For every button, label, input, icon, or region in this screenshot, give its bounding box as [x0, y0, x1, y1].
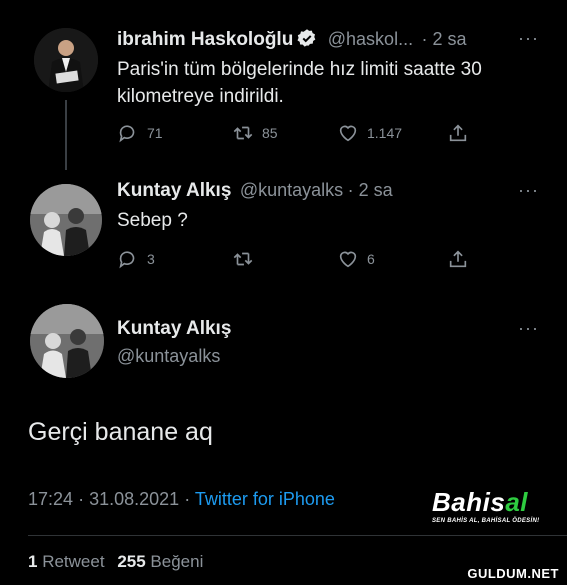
brand-name-main: Bahis [432, 487, 506, 517]
tweet3-author-name[interactable]: Kuntay Alkış [117, 318, 231, 340]
tweet1-header: ibrahim Haskoloğlu @haskol... · 2 sa [117, 28, 467, 51]
tweet1-retweet-count: 85 [262, 125, 278, 141]
watermark: GULDUM.NET [467, 566, 559, 581]
thread-line [65, 100, 67, 170]
tweet1-retweet-button[interactable]: 85 [232, 122, 278, 144]
heart-icon [339, 125, 357, 142]
tweet1-handle[interactable]: @haskol... [328, 29, 413, 49]
avatar-ibrahim[interactable] [34, 28, 98, 92]
share-icon [449, 124, 467, 142]
avatar-kuntay[interactable] [30, 184, 102, 256]
tweet2-like-button[interactable]: 6 [337, 248, 375, 270]
bahisal-logo: Bahisal SEN BAHİS AL, BAHİSAL ÖDESİN! [432, 487, 557, 527]
like-count[interactable]: 255 [117, 552, 145, 571]
retweet-count[interactable]: 1 [28, 552, 37, 571]
tweet3-handle[interactable]: @kuntayalks [117, 346, 220, 367]
reply-icon [119, 125, 135, 143]
like-label[interactable]: Beğeni [150, 552, 203, 571]
tweet3-more-icon[interactable]: ··· [518, 318, 539, 339]
tweet2-more-icon[interactable]: ··· [518, 180, 539, 201]
avatar-kuntay-main[interactable] [30, 304, 104, 378]
tweet2-text: Sebep ? [117, 210, 188, 231]
tweet1-text: Paris'in tüm bölgelerinde hız limiti saa… [117, 59, 482, 107]
tweet1-like-button[interactable]: 1.147 [337, 122, 402, 144]
tweet1-author-name[interactable]: ibrahim Haskoloğlu [117, 29, 293, 50]
tweet2-like-count: 6 [367, 251, 375, 267]
share-icon [449, 250, 467, 268]
meta-separator: · [78, 489, 85, 509]
tweet1-reply-button[interactable]: 71 [117, 122, 163, 144]
tweet3-stats: 1 Retweet 255 Beğeni [28, 552, 203, 572]
tweet3-meta: 17:24 · 31.08.2021 · Twitter for iPhone [28, 489, 335, 510]
tweet1-more-icon[interactable]: ··· [518, 28, 539, 49]
retweet-icon [233, 126, 253, 140]
reply-icon [119, 251, 135, 269]
stats-divider [28, 535, 567, 536]
heart-icon [339, 251, 357, 268]
tweet2-share-button[interactable] [447, 248, 469, 270]
tweet2-time[interactable]: · 2 sa [348, 180, 393, 200]
tweet3-text: Gerçi banane aq [28, 418, 213, 446]
retweet-label[interactable]: Retweet [42, 552, 104, 571]
tweet2-header: Kuntay Alkış @kuntayalks · 2 sa [117, 180, 393, 202]
tweet2-retweet-button[interactable] [232, 248, 254, 270]
tweet1-like-count: 1.147 [367, 125, 403, 141]
tweet1-share-button[interactable] [447, 122, 469, 144]
tweet2-handle[interactable]: @kuntayalks [240, 180, 343, 200]
meta-separator: · [184, 489, 191, 509]
tweet1-time[interactable]: · 2 sa [422, 29, 467, 49]
brand-name-accent: al [505, 487, 528, 517]
tweet2-author-name[interactable]: Kuntay Alkış [117, 180, 231, 201]
tweet3-time[interactable]: 17:24 [28, 489, 73, 509]
brand-tagline: SEN BAHİS AL, BAHİSAL ÖDESİN! [432, 518, 540, 524]
retweet-icon [233, 252, 253, 266]
tweet3-date[interactable]: 31.08.2021 [89, 489, 179, 509]
tweet3-source-link[interactable]: Twitter for iPhone [195, 489, 335, 509]
tweet2-reply-count: 3 [147, 251, 155, 267]
tweet1-reply-count: 71 [147, 125, 163, 141]
verified-badge-icon [297, 28, 317, 48]
tweet2-reply-button[interactable]: 3 [117, 248, 155, 270]
